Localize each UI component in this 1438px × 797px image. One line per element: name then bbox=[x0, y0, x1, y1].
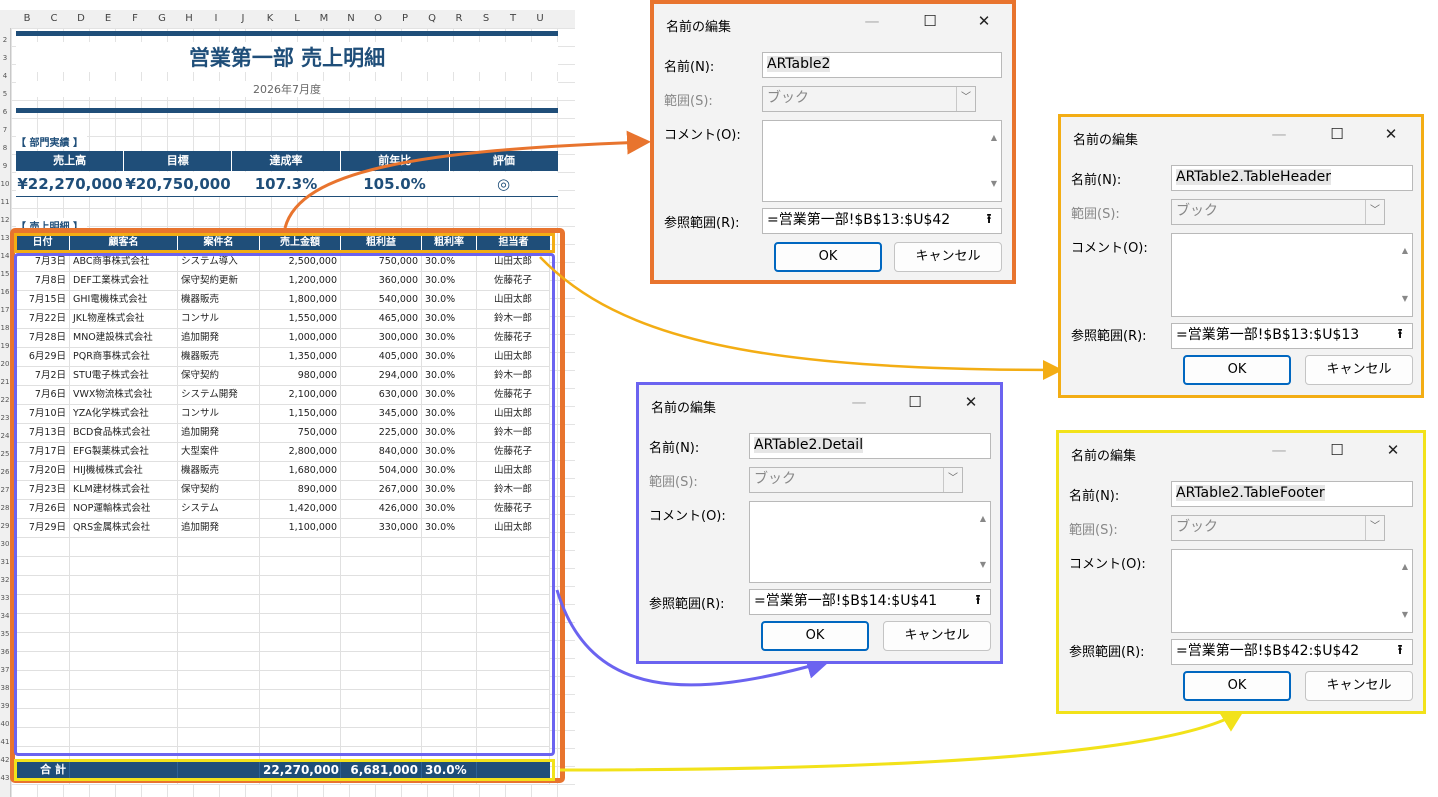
comment-textarea[interactable]: ▲ ▼ bbox=[762, 120, 1002, 202]
name-label: 名前(N): bbox=[1069, 489, 1120, 504]
scope-label: 範囲(S): bbox=[649, 475, 698, 490]
comment-label: コメント(O): bbox=[664, 128, 741, 143]
chevron-down-icon: ﹀ bbox=[1365, 200, 1384, 224]
dialog-table-header[interactable]: 名前の編集 — ☐ ✕ 名前(N): ARTable2.TableHeader … bbox=[1058, 114, 1424, 398]
comment-label: コメント(O): bbox=[649, 509, 726, 524]
range-picker-icon[interactable]: ⭱ bbox=[966, 590, 990, 614]
dialog-table-footer[interactable]: 名前の編集 — ☐ ✕ 名前(N): ARTable2.TableFooter … bbox=[1056, 430, 1426, 714]
name-input[interactable]: ARTable2.TableFooter bbox=[1171, 481, 1413, 507]
maximize-icon[interactable]: ☐ bbox=[1327, 125, 1347, 143]
ref-label: 参照範囲(R): bbox=[1071, 329, 1147, 344]
scroll-up-icon[interactable]: ▲ bbox=[980, 508, 986, 530]
scope-select[interactable]: ブック ﹀ bbox=[1171, 199, 1385, 225]
range-picker-icon[interactable]: ⭱ bbox=[977, 209, 1001, 233]
cancel-button[interactable]: キャンセル bbox=[1305, 671, 1413, 701]
ref-input[interactable]: =営業第一部!$B$13:$U$13 ⭱ bbox=[1171, 323, 1413, 349]
ok-button[interactable]: OK bbox=[774, 242, 882, 272]
minimize-icon: — bbox=[851, 393, 867, 411]
chevron-down-icon: ﹀ bbox=[1365, 516, 1384, 540]
scope-label: 範囲(S): bbox=[1069, 523, 1118, 538]
scroll-down-icon[interactable]: ▼ bbox=[991, 173, 997, 195]
close-icon[interactable]: ✕ bbox=[961, 393, 981, 411]
scroll-up-icon[interactable]: ▲ bbox=[1402, 240, 1408, 262]
scope-select[interactable]: ブック ﹀ bbox=[1171, 515, 1385, 541]
ref-label: 参照範囲(R): bbox=[664, 216, 740, 231]
name-label: 名前(N): bbox=[664, 60, 715, 75]
name-label: 名前(N): bbox=[649, 441, 700, 456]
comment-textarea[interactable]: ▲ ▼ bbox=[749, 501, 991, 583]
maximize-icon[interactable]: ☐ bbox=[1327, 441, 1347, 459]
minimize-icon: — bbox=[864, 12, 880, 30]
minimize-icon: — bbox=[1271, 125, 1287, 143]
maximize-icon[interactable]: ☐ bbox=[920, 12, 940, 30]
cancel-button[interactable]: キャンセル bbox=[894, 242, 1002, 272]
minimize-icon: — bbox=[1271, 441, 1287, 459]
name-input[interactable]: ARTable2 bbox=[762, 52, 1002, 78]
range-picker-icon[interactable]: ⭱ bbox=[1388, 640, 1412, 664]
scroll-down-icon[interactable]: ▼ bbox=[1402, 604, 1408, 626]
close-icon[interactable]: ✕ bbox=[1383, 441, 1403, 459]
close-icon[interactable]: ✕ bbox=[974, 12, 994, 30]
scroll-up-icon[interactable]: ▲ bbox=[991, 127, 997, 149]
dialog-detail[interactable]: 名前の編集 — ☐ ✕ 名前(N): ARTable2.Detail 範囲(S)… bbox=[636, 382, 1003, 664]
arrow-table bbox=[283, 130, 651, 229]
ref-label: 参照範囲(R): bbox=[649, 597, 725, 612]
chevron-down-icon: ﹀ bbox=[943, 468, 962, 492]
comment-textarea[interactable]: ▲ ▼ bbox=[1171, 549, 1413, 633]
scope-label: 範囲(S): bbox=[664, 94, 713, 109]
dialog-title: 名前の編集 bbox=[1071, 449, 1137, 464]
scope-select[interactable]: ブック ﹀ bbox=[762, 86, 976, 112]
dialog-title: 名前の編集 bbox=[651, 401, 717, 416]
chevron-down-icon: ﹀ bbox=[956, 87, 975, 111]
name-input[interactable]: ARTable2.Detail bbox=[749, 433, 991, 459]
scope-select[interactable]: ブック ﹀ bbox=[749, 467, 963, 493]
scroll-down-icon[interactable]: ▼ bbox=[1402, 288, 1408, 310]
ref-input[interactable]: =営業第一部!$B$13:$U$42 ⭱ bbox=[762, 208, 1002, 234]
ok-button[interactable]: OK bbox=[1183, 671, 1291, 701]
arrow-footer bbox=[559, 708, 1246, 772]
dialog-title: 名前の編集 bbox=[666, 20, 732, 35]
dialog-title: 名前の編集 bbox=[1073, 133, 1139, 148]
dialog-table[interactable]: 名前の編集 — ☐ ✕ 名前(N): ARTable2 範囲(S): ブック ﹀ … bbox=[650, 0, 1016, 284]
name-input[interactable]: ARTable2.TableHeader bbox=[1171, 165, 1413, 191]
close-icon[interactable]: ✕ bbox=[1381, 125, 1401, 143]
range-picker-icon[interactable]: ⭱ bbox=[1388, 324, 1412, 348]
comment-label: コメント(O): bbox=[1069, 557, 1146, 572]
scope-label: 範囲(S): bbox=[1071, 207, 1120, 222]
name-label: 名前(N): bbox=[1071, 173, 1122, 188]
comment-label: コメント(O): bbox=[1071, 241, 1148, 256]
cancel-button[interactable]: キャンセル bbox=[1305, 355, 1413, 385]
ref-input[interactable]: =営業第一部!$B$14:$U$41 ⭱ bbox=[749, 589, 991, 615]
ok-button[interactable]: OK bbox=[761, 621, 869, 651]
ref-input[interactable]: =営業第一部!$B$42:$U$42 ⭱ bbox=[1171, 639, 1413, 665]
ref-label: 参照範囲(R): bbox=[1069, 645, 1145, 660]
scroll-down-icon[interactable]: ▼ bbox=[980, 554, 986, 576]
cancel-button[interactable]: キャンセル bbox=[883, 621, 991, 651]
comment-textarea[interactable]: ▲ ▼ bbox=[1171, 233, 1413, 317]
ok-button[interactable]: OK bbox=[1183, 355, 1291, 385]
maximize-icon[interactable]: ☐ bbox=[905, 393, 925, 411]
scroll-up-icon[interactable]: ▲ bbox=[1402, 556, 1408, 578]
